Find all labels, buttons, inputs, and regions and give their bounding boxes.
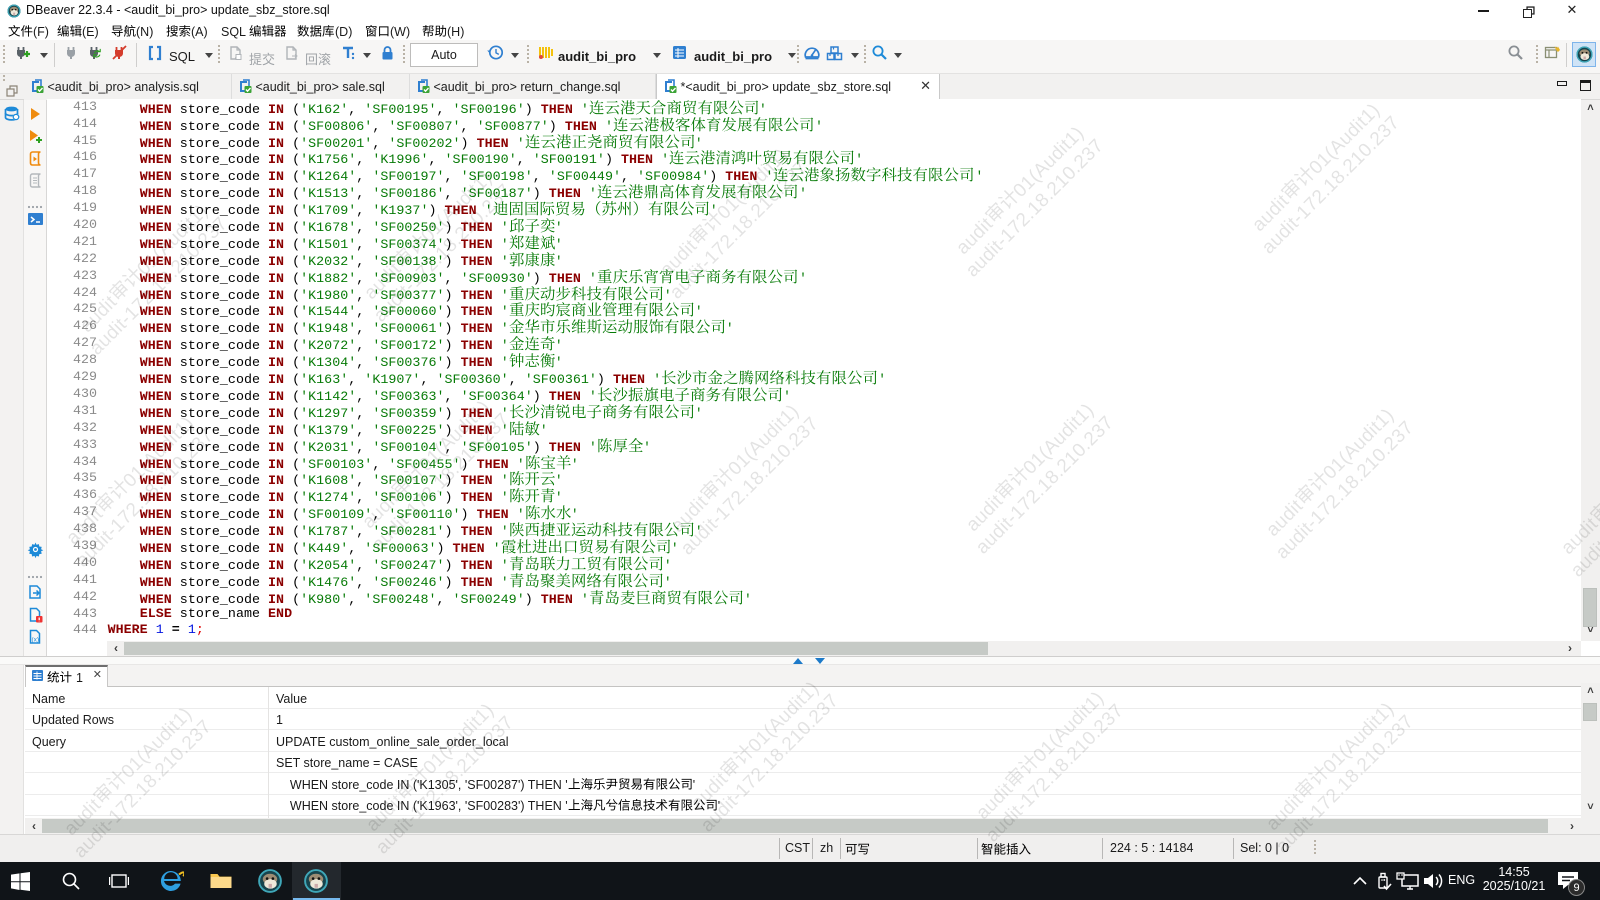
svg-text:(x): (x) bbox=[32, 637, 40, 644]
